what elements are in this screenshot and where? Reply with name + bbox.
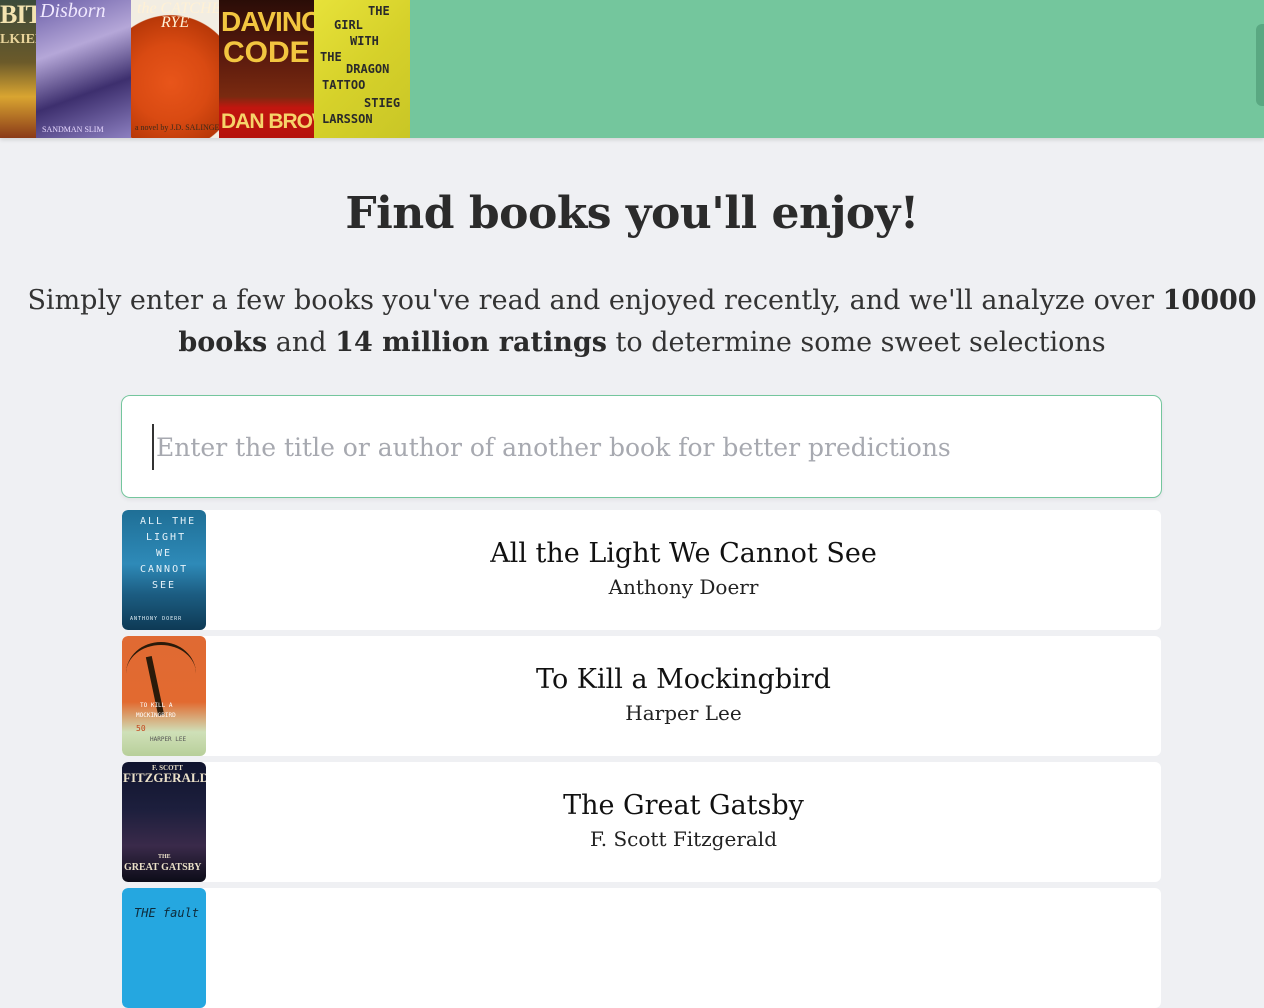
book-cover-strip: BIT LKIEN Disborn SANDMAN SLIM the CATCH… [0,0,410,138]
book-info: The Great Gatsby F. Scott Fitzgerald [206,762,1161,882]
book-cover-thumbnail: F. SCOTT FITZGERALD THE GREAT GATSBY [122,762,206,882]
book-cover-thumbnail: ALL THE LIGHT WE CANNOT SEE ANTHONY DOER… [122,510,206,630]
book-author: F. Scott Fitzgerald [589,827,778,851]
book-cover-thumbnail: THE fault [122,888,206,1008]
intro-text: Simply enter a few books you've read and… [27,285,1257,358]
cover-hobbit: BIT LKIEN [0,0,36,138]
page-title: Find books you'll enjoy! [345,188,919,239]
book-info: All the Light We Cannot See Anthony Doer… [206,510,1161,630]
book-title: All the Light We Cannot See [490,538,877,569]
book-card[interactable]: THE fault [122,888,1161,1008]
book-card[interactable]: TO KILL A MOCKINGBIRD 50 HARPER LEE To K… [122,636,1161,756]
header-side-tab[interactable] [1256,24,1264,106]
book-title: The Great Gatsby [563,790,804,821]
book-info: To Kill a Mockingbird Harper Lee [206,636,1161,756]
book-card[interactable]: F. SCOTT FITZGERALD THE GREAT GATSBY The… [122,762,1161,882]
book-cover-thumbnail: TO KILL A MOCKINGBIRD 50 HARPER LEE [122,636,206,756]
ratings-count: 14 million ratings [335,327,607,358]
book-title: To Kill a Mockingbird [536,664,831,695]
book-card[interactable]: ALL THE LIGHT WE CANNOT SEE ANTHONY DOER… [122,510,1161,630]
book-search-input[interactable] [152,424,1136,470]
cover-disborn: Disborn SANDMAN SLIM [36,0,131,138]
cover-davinci-code: DAVINCI CODE DAN BROWN [219,0,314,138]
search-box[interactable] [121,395,1162,498]
book-author: Anthony Doerr [608,575,759,599]
cover-dragon-tattoo: THE GIRL WITH THE DRAGON TATTOO STIEG LA… [314,0,410,138]
cover-catcher-in-the-rye: the CATCHER RYE a novel by J.D. SALINGER [131,0,219,138]
header-banner: BIT LKIEN Disborn SANDMAN SLIM the CATCH… [0,0,1264,138]
book-author: Harper Lee [625,701,742,725]
book-info [206,888,1161,1008]
